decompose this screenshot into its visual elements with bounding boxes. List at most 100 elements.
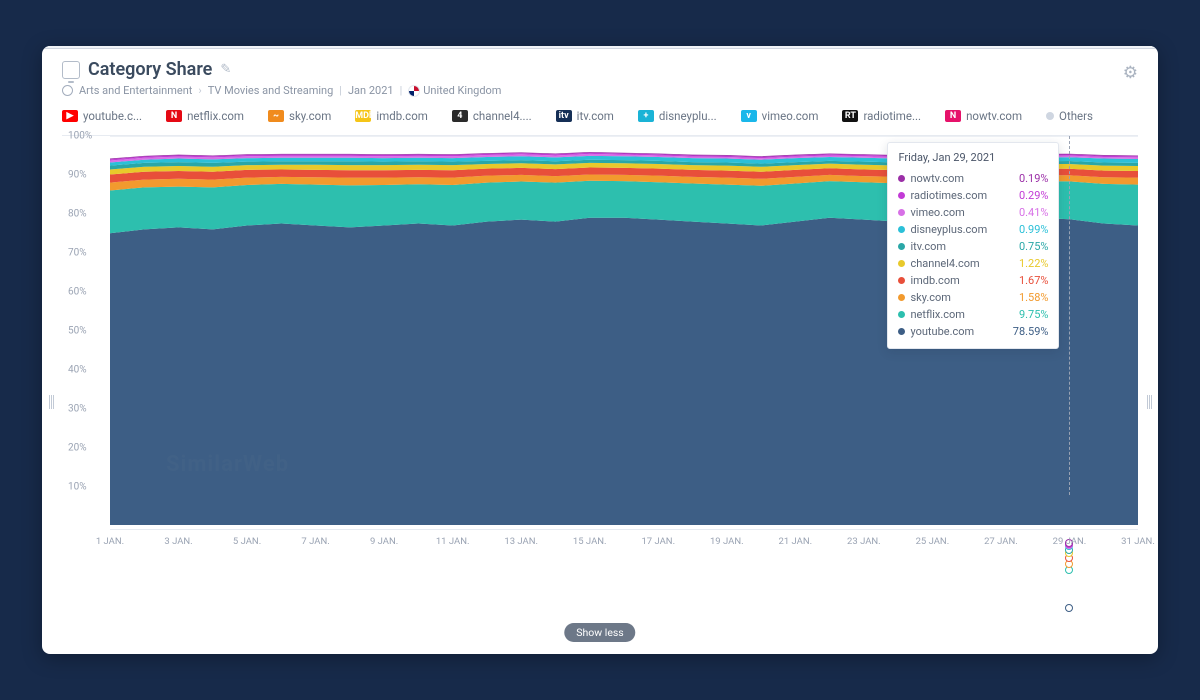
hover-marker	[1065, 604, 1073, 612]
tooltip-dot-icon	[898, 328, 905, 335]
tooltip-value: 9.75%	[1019, 306, 1049, 323]
tooltip-series-name: youtube.com	[910, 323, 974, 340]
x-tick-label: 25 JAN.	[916, 536, 950, 547]
tooltip-value: 0.75%	[1019, 238, 1049, 255]
tooltip-series-name: disneyplus.com	[910, 221, 987, 238]
hover-line	[1069, 136, 1070, 495]
breadcrumb-country: United Kingdom	[408, 84, 501, 97]
x-tick-label: 21 JAN.	[779, 536, 813, 547]
y-tick-label: 70%	[68, 248, 87, 259]
legend-logo-icon: ▶	[62, 110, 78, 122]
x-tick-label: 31 JAN.	[1121, 536, 1155, 547]
legend-item-others[interactable]: Others	[1046, 109, 1093, 123]
chart-tooltip: Friday, Jan 29, 2021 nowtv.com 0.19%radio…	[887, 142, 1059, 349]
y-tick-label: 50%	[68, 326, 87, 337]
tooltip-rows: nowtv.com 0.19%radiotimes.com0.29%vimeo.c…	[898, 170, 1048, 340]
legend-item[interactable]: ~ sky.com	[268, 109, 331, 123]
tooltip-value: 0.99%	[1019, 221, 1049, 238]
tooltip-value: 0.19%	[1019, 170, 1049, 187]
x-tick-label: 5 JAN.	[233, 536, 261, 547]
legend-label: nowtv.com	[966, 109, 1022, 123]
y-tick-label: 10%	[68, 482, 87, 493]
tooltip-dot-icon	[898, 294, 905, 301]
panel-header: Category Share ✎ ⚙	[42, 49, 1158, 84]
chart-panel: Category Share ✎ ⚙ Arts and Entertainmen…	[42, 46, 1158, 654]
legend-logo-icon: v	[741, 110, 757, 122]
legend: ▶ youtube.c... Nnetflix.com ~ sky.com IMDbimd…	[42, 103, 1158, 131]
tooltip-value: 0.41%	[1019, 204, 1049, 221]
tooltip-row: imdb.com 1.67%	[898, 272, 1048, 289]
legend-item[interactable]: v vimeo.com	[741, 109, 819, 123]
tooltip-title: Friday, Jan 29, 2021	[898, 151, 1048, 164]
others-dot-icon	[1046, 112, 1054, 120]
resize-handle-left[interactable]	[46, 391, 56, 413]
legend-logo-icon: 4	[452, 110, 468, 122]
legend-label: radiotime...	[863, 109, 921, 123]
legend-logo-icon: RT	[842, 110, 858, 122]
breadcrumb-divider: |	[339, 84, 342, 97]
legend-item[interactable]: RT radiotime...	[842, 109, 921, 123]
legend-logo-icon: N	[166, 110, 182, 122]
watermark: SimilarWeb	[166, 452, 289, 477]
x-tick-label: 1 JAN.	[96, 536, 124, 547]
show-less-button[interactable]: Show less	[564, 623, 635, 642]
legend-label: sky.com	[289, 109, 331, 123]
edit-icon[interactable]: ✎	[220, 62, 231, 77]
legend-label: vimeo.com	[762, 109, 819, 123]
resize-handle-right[interactable]	[1144, 391, 1154, 413]
tooltip-row: nowtv.com 0.19%	[898, 170, 1048, 187]
y-tick-label: 60%	[68, 287, 87, 298]
tooltip-row: radiotimes.com0.29%	[898, 187, 1048, 204]
legend-logo-icon: itv	[556, 110, 572, 122]
breadcrumb-sep: ›	[198, 84, 201, 97]
tooltip-dot-icon	[898, 243, 905, 250]
legend-item[interactable]: Nnowtv.com	[945, 109, 1022, 123]
legend-item[interactable]: IMDbimdb.com	[355, 109, 428, 123]
tooltip-dot-icon	[898, 175, 905, 182]
x-tick-label: 19 JAN.	[710, 536, 744, 547]
tooltip-row: itv.com 0.75%	[898, 238, 1048, 255]
tooltip-value: 1.67%	[1019, 272, 1049, 289]
tooltip-series-name: channel4.com	[910, 255, 979, 272]
x-tick-label: 15 JAN.	[573, 536, 607, 547]
tooltip-series-name: itv.com	[910, 238, 946, 255]
legend-item[interactable]: 4channel4....	[452, 109, 532, 123]
legend-label: Others	[1059, 109, 1093, 123]
legend-item[interactable]: +disneyplu...	[638, 109, 717, 123]
tooltip-dot-icon	[898, 277, 905, 284]
x-tick-label: 13 JAN.	[504, 536, 538, 547]
tooltip-value: 1.58%	[1019, 289, 1049, 306]
breadcrumb: Arts and Entertainment › TV Movies and S…	[42, 84, 1158, 103]
legend-item[interactable]: Nnetflix.com	[166, 109, 244, 123]
tooltip-row: sky.com 1.58%	[898, 289, 1048, 306]
tooltip-row: channel4.com1.22%	[898, 255, 1048, 272]
tooltip-row: youtube.com78.59%	[898, 323, 1048, 340]
x-tick-label: 7 JAN.	[301, 536, 329, 547]
flag-icon	[408, 85, 420, 97]
tooltip-series-name: nowtv.com	[910, 170, 964, 187]
tooltip-row: vimeo.com0.41%	[898, 204, 1048, 221]
legend-item[interactable]: ▶ youtube.c...	[62, 109, 142, 123]
x-axis: 1 JAN.3 JAN.5 JAN.7 JAN.9 JAN.11 JAN.13 …	[110, 529, 1138, 555]
plot-area[interactable]: SimilarWeb Friday, Jan 29, 2021 nowtv.co…	[110, 136, 1138, 525]
legend-item[interactable]: itv itv.com	[556, 109, 614, 123]
breadcrumb-category[interactable]: Arts and Entertainment	[79, 84, 192, 97]
tooltip-dot-icon	[898, 192, 905, 199]
tooltip-series-name: imdb.com	[910, 272, 959, 289]
legend-label: imdb.com	[376, 109, 428, 123]
legend-label: itv.com	[577, 109, 614, 123]
legend-logo-icon: N	[945, 110, 961, 122]
y-tick-label: 40%	[68, 365, 87, 376]
tooltip-series-name: sky.com	[910, 289, 950, 306]
x-tick-label: 3 JAN.	[164, 536, 192, 547]
breadcrumb-subcategory[interactable]: TV Movies and Streaming	[208, 84, 334, 97]
x-tick-label: 23 JAN.	[847, 536, 881, 547]
y-axis: 10%20%30%40%50%60%70%80%90%100%	[62, 136, 110, 525]
legend-logo-icon: ~	[268, 110, 284, 122]
y-tick-label: 20%	[68, 443, 87, 454]
legend-logo-icon: +	[638, 110, 654, 122]
legend-label: youtube.c...	[83, 109, 142, 123]
chart-area[interactable]: 10%20%30%40%50%60%70%80%90%100% SimilarW…	[62, 135, 1138, 555]
gear-icon[interactable]: ⚙	[1123, 63, 1138, 83]
page-title: Category Share	[88, 59, 212, 80]
